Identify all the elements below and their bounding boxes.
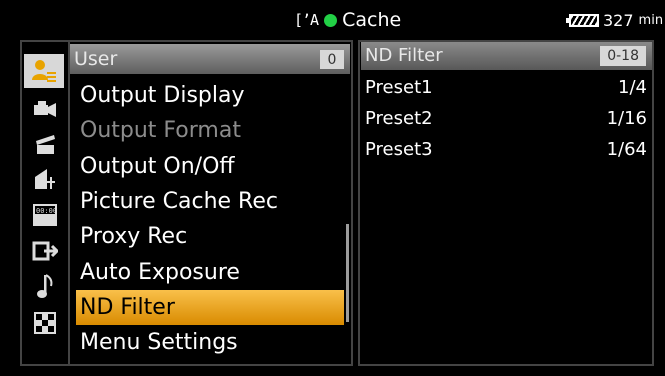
menu-list: Output Display Output Format Output On/O… <box>72 78 344 360</box>
status-bar: [ʼA Cache 327 min <box>0 0 665 40</box>
category-icon-column: 00:00 <box>22 42 70 364</box>
user-menu-icon[interactable] <box>24 54 64 88</box>
mode-label: Cache <box>342 9 402 31</box>
detail-range-badge: 0-18 <box>600 46 646 66</box>
menu-header-title: User <box>74 48 118 70</box>
tally-dot-icon <box>324 13 338 27</box>
battery-status: 327 min <box>566 11 664 30</box>
menu-item-output-format: Output Format <box>80 118 241 144</box>
menu-item-menu-settings[interactable]: Menu Settings <box>72 325 344 360</box>
menu-item-proxy-rec[interactable]: Proxy Rec <box>72 219 344 254</box>
menu-item-auto-exposure[interactable]: Auto Exposure <box>72 254 344 289</box>
preset-value: 1/16 <box>606 108 647 129</box>
preset-row[interactable]: Preset3 1/64 <box>365 134 649 165</box>
preset-value: 1/4 <box>618 77 647 98</box>
menu-header: User 0 <box>70 44 350 74</box>
menu-item-picture-cache-rec[interactable]: Picture Cache Rec <box>72 184 344 219</box>
camera-menu-screen: [ʼA Cache 327 min 00:00 User 0 Output Di… <box>0 0 665 376</box>
preset-list: Preset1 1/4 Preset2 1/16 Preset3 1/64 <box>365 72 649 165</box>
preset-name: Preset3 <box>365 139 433 160</box>
battery-icon <box>566 14 599 27</box>
preset-name: Preset2 <box>365 108 433 129</box>
output-icon[interactable] <box>30 236 60 266</box>
preset-name: Preset1 <box>365 77 433 98</box>
audio-icon[interactable] <box>30 271 60 301</box>
battery-minutes: 327 <box>603 11 634 30</box>
timecode-icon[interactable]: 00:00 <box>30 200 60 230</box>
menu-page-number: 0 <box>320 50 344 69</box>
menu-item-output-on-off[interactable]: Output On/Off <box>72 149 344 184</box>
clapper-icon[interactable] <box>30 128 60 158</box>
recording-mode: [ʼA Cache <box>294 7 401 33</box>
preset-row[interactable]: Preset2 1/16 <box>365 103 649 134</box>
menu-scrollbar[interactable] <box>346 224 349 322</box>
preset-value: 1/64 <box>606 139 647 160</box>
battery-unit: min <box>638 13 664 28</box>
paint-icon[interactable] <box>30 164 60 194</box>
cache-mode-icon: [ʼA <box>294 11 319 29</box>
detail-header: ND Filter 0-18 <box>361 42 652 70</box>
menu-item-output-display[interactable]: Output Display <box>72 78 344 113</box>
maintenance-icon[interactable] <box>30 308 60 338</box>
menu-item-nd-filter[interactable]: ND Filter <box>76 289 344 326</box>
preset-row[interactable]: Preset1 1/4 <box>365 72 649 103</box>
camera-icon[interactable] <box>30 93 60 123</box>
detail-title: ND Filter <box>365 45 443 66</box>
svg-text:00:00: 00:00 <box>36 207 57 215</box>
